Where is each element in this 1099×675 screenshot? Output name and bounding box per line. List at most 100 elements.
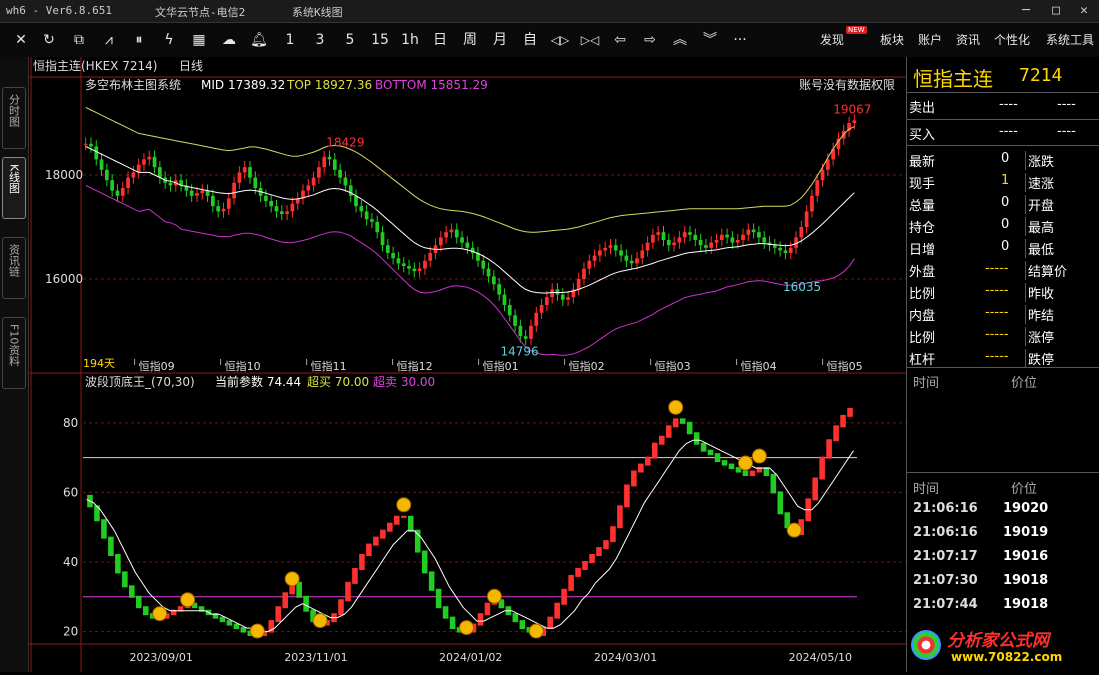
candle xyxy=(635,258,639,264)
account-menu[interactable]: 账户 xyxy=(918,31,942,48)
candle xyxy=(751,229,756,233)
symbol-label[interactable]: 恒指主连(HKEX 7214) xyxy=(33,58,157,73)
tab-f10[interactable]: F10资料 xyxy=(2,317,26,389)
candle xyxy=(359,206,364,212)
candle xyxy=(624,255,629,261)
candle xyxy=(566,297,570,300)
tick-time-header-1: 时间 xyxy=(913,376,940,391)
window-menu-label[interactable]: 系统K线图 xyxy=(292,4,343,20)
period-dropdown[interactable]: 日线 xyxy=(179,59,203,73)
period-day[interactable]: 日 xyxy=(428,30,452,50)
candle xyxy=(788,247,793,253)
candle xyxy=(126,177,130,188)
period-3[interactable]: 3 xyxy=(310,30,330,50)
candle-icon[interactable]: ⏸ xyxy=(130,30,148,50)
period-1h[interactable]: 1h xyxy=(398,30,422,50)
period-week[interactable]: 周 xyxy=(458,30,482,50)
quote-label: 日增 xyxy=(909,243,936,258)
candle xyxy=(449,229,454,233)
custom-period-button[interactable]: 自 xyxy=(518,30,542,50)
rectangles-icon[interactable]: ⧉ xyxy=(70,30,88,50)
personalize-menu[interactable]: 个性化 xyxy=(994,31,1030,48)
line-chart-icon[interactable]: ⩘ xyxy=(100,30,118,50)
quote-row: 日增 0 最低 xyxy=(907,237,1099,259)
bell-icon[interactable]: 🔔︎ xyxy=(250,30,268,50)
tab-timeshare-label: 分时图 xyxy=(7,94,21,127)
indicator-step xyxy=(686,421,693,435)
more-icon[interactable]: ··· xyxy=(728,30,752,50)
chart-area[interactable]: 16000 18000 恒指09 恒指10 恒指11 恒指12 恒指01 恒指02 恒指03 恒指… xyxy=(29,57,906,672)
period-15[interactable]: 15 xyxy=(368,30,392,50)
indicator-step xyxy=(561,588,567,605)
quote-label-right: 昨收 xyxy=(1025,283,1054,302)
candle xyxy=(492,276,496,285)
new-badge: NEW xyxy=(846,26,867,34)
candle xyxy=(629,260,634,264)
candle xyxy=(677,237,682,243)
indicator-step xyxy=(484,602,491,616)
move-right-icon[interactable]: ⇨ xyxy=(638,30,662,50)
bottom-value: BOTTOM 15851.29 xyxy=(375,78,488,92)
candle xyxy=(311,177,316,186)
indicator-step xyxy=(728,463,735,470)
candle xyxy=(799,227,804,238)
candle xyxy=(698,240,703,246)
indicator-step xyxy=(847,407,853,417)
instrument-code: 7214 xyxy=(1019,65,1063,86)
indicator-step xyxy=(373,536,379,546)
maximize-icon[interactable]: □ xyxy=(1045,2,1067,20)
news-menu[interactable]: 资讯 xyxy=(956,31,980,48)
x-tick-label: 恒指05 xyxy=(827,359,863,373)
candle xyxy=(338,169,342,178)
candle xyxy=(94,146,99,160)
candle xyxy=(545,297,549,305)
price-annotation: 16035 xyxy=(783,280,821,294)
indicator-step xyxy=(219,616,226,623)
mid-value: MID 17389.32 xyxy=(201,78,285,92)
quote-label-right: 跌停 xyxy=(1025,349,1054,368)
candle xyxy=(714,240,719,243)
period-1[interactable]: 1 xyxy=(280,30,300,50)
candle xyxy=(232,182,236,199)
tab-news-chain[interactable]: 资讯链 xyxy=(2,237,26,299)
tab-timeshare[interactable]: 分时图 xyxy=(2,87,26,149)
discover-menu[interactable]: 发现 xyxy=(820,31,844,48)
indicator-name[interactable]: 多空布林主图系统 xyxy=(85,78,181,92)
sub-indicator-name[interactable]: 波段顶底王_(70,30) xyxy=(85,374,195,389)
tick-price: 19018 xyxy=(1003,597,1049,612)
period-5[interactable]: 5 xyxy=(340,30,360,50)
indicator-step xyxy=(777,491,784,515)
smiley-icon xyxy=(284,571,300,587)
close-icon[interactable]: ✕ xyxy=(1073,2,1095,20)
period-month[interactable]: 月 xyxy=(488,30,512,50)
minimize-icon[interactable]: ─ xyxy=(1015,2,1037,20)
cloud-icon[interactable]: ☁ xyxy=(220,30,238,50)
candle xyxy=(481,260,486,269)
tick-icon[interactable]: ϟ xyxy=(160,30,178,50)
shrink-icon[interactable]: ▷◁ xyxy=(578,30,602,50)
candle xyxy=(576,279,581,290)
sub-y-tick-label: 80 xyxy=(63,416,78,430)
x-icon[interactable]: ✕ xyxy=(12,30,30,50)
system-tools-menu[interactable]: 系统工具 xyxy=(1046,31,1099,48)
candle xyxy=(221,208,226,212)
zoom-out-icon[interactable]: ︾ xyxy=(698,30,722,50)
candle xyxy=(110,180,115,191)
zoom-in-icon[interactable]: ︽ xyxy=(668,30,692,50)
candle xyxy=(513,315,517,326)
tick-time: 21:07:17 xyxy=(913,549,978,564)
indicator-step xyxy=(393,515,400,525)
sector-menu[interactable]: 板块 xyxy=(880,31,904,48)
indicator-step xyxy=(742,470,749,477)
refresh-icon[interactable]: ↻ xyxy=(40,30,58,50)
smiley-icon xyxy=(249,623,265,639)
grid-icon[interactable]: ▦ xyxy=(190,30,208,50)
move-left-icon[interactable]: ⇦ xyxy=(608,30,632,50)
kline-svg[interactable]: 16000 18000 恒指09 恒指10 恒指11 恒指12 恒指01 恒指02 恒指03 恒指… xyxy=(29,57,906,672)
expand-icon[interactable]: ◁▷ xyxy=(548,30,572,50)
x-tick-label: 恒指09 xyxy=(139,359,175,373)
tab-kline[interactable]: K线图 xyxy=(2,157,26,219)
x-tick-label: 恒指10 xyxy=(225,359,261,373)
candle xyxy=(603,247,608,251)
candle xyxy=(200,190,205,194)
